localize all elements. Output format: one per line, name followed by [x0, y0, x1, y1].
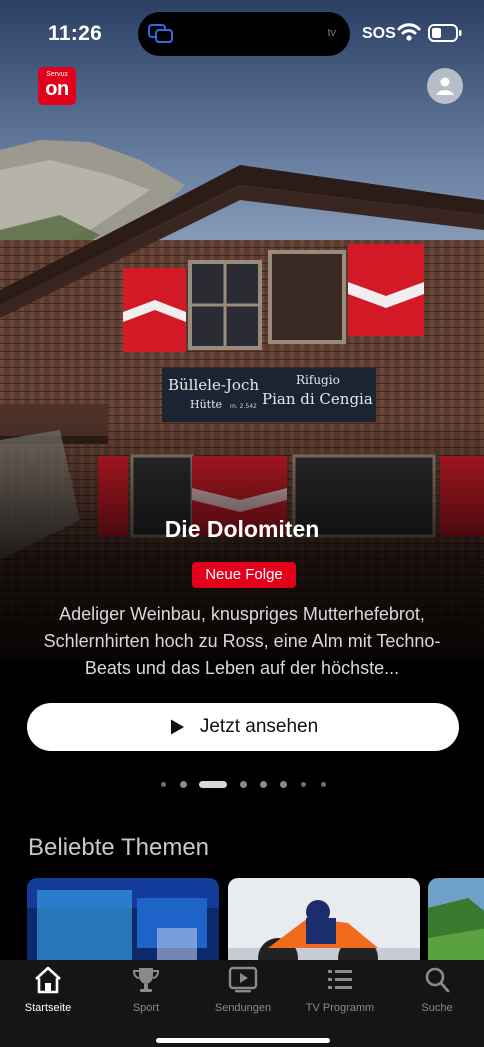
home-indicator[interactable] — [156, 1038, 330, 1043]
topic-card[interactable] — [428, 878, 484, 962]
sign-text-5: Pian di Cengia — [262, 390, 373, 408]
pager-dot[interactable] — [301, 782, 306, 787]
tab-sport[interactable]: Sport — [98, 966, 194, 1016]
pager-dot-active[interactable] — [199, 781, 227, 788]
tab-label: Suche — [421, 1002, 453, 1014]
topic-card[interactable] — [27, 878, 219, 962]
tab-label: Sendungen — [214, 1002, 272, 1014]
topic-card[interactable] — [228, 878, 420, 962]
wifi-icon — [397, 23, 421, 41]
tab-bar: Startseite Sport Sendungen TV Programm S… — [0, 960, 484, 1047]
hero-description: Adeliger Weinbau, knuspriges Mutterhefeb… — [43, 604, 441, 678]
pager-dot[interactable] — [280, 781, 287, 788]
status-time: 11:26 — [48, 22, 103, 45]
tab-search[interactable]: Suche — [389, 966, 484, 1016]
carousel-pager[interactable] — [0, 779, 484, 791]
sign-text-2: Hütte — [190, 398, 222, 411]
pager-dot[interactable] — [180, 781, 187, 788]
tab-label: Startseite — [24, 1002, 72, 1014]
tab-shows[interactable]: Sendungen — [195, 966, 291, 1016]
list-icon — [328, 970, 352, 989]
pager-dot[interactable] — [161, 782, 166, 787]
section-title-popular-topics: Beliebte Themen — [28, 834, 210, 861]
tab-tv-guide[interactable]: TV Programm — [292, 966, 388, 1016]
sign-text-3: m. 2.542 — [230, 403, 257, 410]
trophy-icon — [132, 968, 160, 992]
sos-indicator: SOS — [362, 25, 396, 42]
pager-dot[interactable] — [240, 781, 247, 788]
new-episode-badge: Neue Folge — [192, 562, 296, 588]
profile-button[interactable] — [427, 68, 463, 104]
search-icon — [425, 967, 450, 993]
person-icon — [436, 77, 454, 95]
pager-dot[interactable] — [260, 781, 267, 788]
status-bar: 11:26 tv SOS — [0, 0, 484, 66]
logo-main-text: on — [45, 78, 69, 100]
screen-mirroring-icon — [148, 24, 173, 43]
apple-tv-label: tv — [327, 27, 336, 39]
home-icon — [35, 966, 61, 994]
pager-dot[interactable] — [321, 782, 326, 787]
watch-now-label: Jetzt ansehen — [199, 716, 319, 737]
tab-label: Sport — [132, 1002, 160, 1014]
tab-home[interactable]: Startseite — [0, 966, 96, 1016]
play-icon — [170, 719, 184, 735]
sign-text-1: Büllele-Joch — [168, 376, 259, 394]
app-logo[interactable]: Servus on — [38, 67, 76, 105]
tab-label: TV Programm — [305, 1002, 375, 1014]
battery-icon — [428, 24, 462, 42]
watch-now-button[interactable]: Jetzt ansehen — [27, 703, 459, 751]
play-box-icon — [228, 966, 258, 993]
topics-carousel[interactable] — [0, 878, 484, 962]
dynamic-island: tv — [138, 12, 350, 56]
sign-text-4: Rifugio — [296, 373, 340, 387]
hero-title: Die Dolomiten — [164, 516, 320, 542]
